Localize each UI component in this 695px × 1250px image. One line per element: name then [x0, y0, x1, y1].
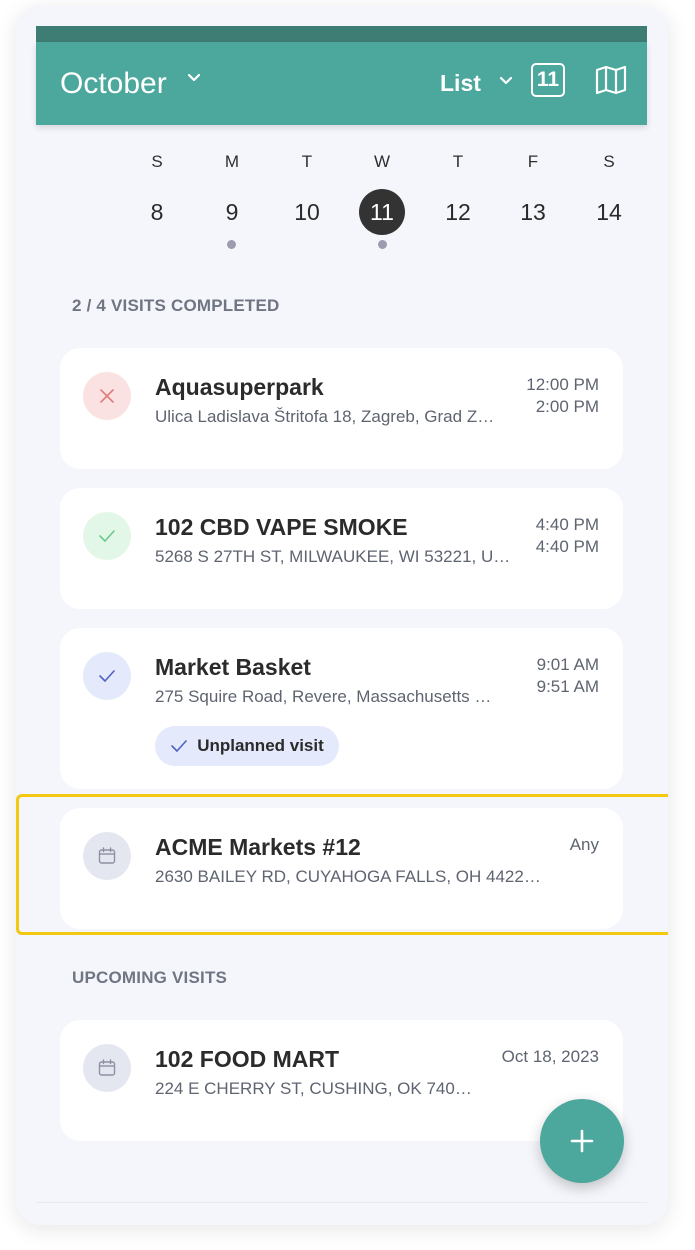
visit-title: Aquasuperpark [155, 374, 324, 400]
unplanned-visit-badge: Unplanned visit [155, 726, 339, 766]
weekday-label: S [151, 152, 163, 171]
calendar-header: October List 11 [36, 42, 647, 125]
map-icon[interactable] [594, 64, 628, 96]
badge-label: Unplanned visit [197, 736, 324, 755]
today-button[interactable]: 11 [531, 63, 565, 97]
status-planned [83, 1044, 131, 1092]
visit-address: 275 Squire Road, Revere, Massachusetts 0… [155, 687, 500, 706]
bottom-divider [36, 1202, 647, 1203]
check-icon [99, 530, 115, 542]
visit-end-time: 2:00 PM [535, 397, 599, 416]
status-unplanned [83, 652, 131, 700]
day-12[interactable]: 12 [435, 189, 481, 235]
day-8[interactable]: 8 [134, 189, 180, 235]
visit-time: 12:00 PM 2:00 PM [526, 374, 599, 418]
visit-start-time: 4:40 PM [535, 515, 599, 534]
visit-title: 102 CBD VAPE SMOKE [155, 514, 408, 540]
app-screen: October List 11 S M T W T F S 8 9 10 11 … [16, 6, 668, 1225]
status-completed [83, 512, 131, 560]
add-visit-button[interactable] [540, 1099, 624, 1183]
upcoming-visit-card[interactable]: 102 FOOD MART 224 E CHERRY ST, CUSHING, … [60, 1020, 623, 1141]
visit-address: 224 E CHERRY ST, CUSHING, OK 74023, USA [155, 1079, 475, 1098]
visit-start-time: 9:01 AM [536, 655, 599, 674]
weekday-label: S [603, 152, 615, 171]
visit-indicator-dot [227, 240, 236, 249]
weekday-label: M [224, 152, 240, 171]
check-icon [171, 740, 188, 752]
visit-time: 4:40 PM 4:40 PM [536, 514, 599, 558]
day-10[interactable]: 10 [284, 189, 330, 235]
visit-card[interactable]: Aquasuperpark Ulica Ladislava Štritofa 1… [60, 348, 623, 469]
visit-card[interactable]: Market Basket 275 Squire Road, Revere, M… [60, 628, 623, 789]
chevron-down-icon[interactable] [498, 75, 514, 87]
day-13[interactable]: 13 [510, 189, 556, 235]
status-strip [36, 26, 647, 42]
day-9[interactable]: 9 [209, 189, 255, 235]
chevron-down-icon[interactable] [186, 72, 202, 84]
view-mode-selector[interactable]: List [440, 68, 481, 98]
weekday-label: T [301, 152, 313, 171]
visit-address: Ulica Ladislava Štritofa 18, Zagreb, Gra… [155, 407, 495, 426]
visit-time: 9:01 AM 9:51 AM [537, 654, 599, 698]
weekday-label: F [527, 152, 539, 171]
day-14[interactable]: 14 [586, 189, 632, 235]
visit-indicator-dot [378, 240, 387, 249]
completed-section-title: 2 / 4 VISITS COMPLETED [72, 296, 280, 315]
visit-date: Oct 18, 2023 [501, 1047, 599, 1066]
weekday-label: T [452, 152, 464, 171]
visit-address: 5268 S 27TH ST, MILWAUKEE, WI 53221, USA [155, 547, 513, 566]
visit-end-time: 9:51 AM [536, 677, 599, 696]
upcoming-section-title: UPCOMING VISITS [72, 968, 228, 987]
close-icon [100, 389, 114, 403]
status-failed [83, 372, 131, 420]
visit-title: 102 FOOD MART [155, 1046, 340, 1072]
check-icon [99, 670, 115, 682]
month-selector[interactable]: October [60, 66, 167, 102]
plus-icon [570, 1129, 594, 1153]
highlight-frame [16, 794, 668, 935]
visit-end-time: 4:40 PM [535, 537, 599, 556]
weekday-label: W [373, 152, 391, 171]
visit-card[interactable]: 102 CBD VAPE SMOKE 5268 S 27TH ST, MILWA… [60, 488, 623, 609]
calendar-icon [98, 1059, 116, 1076]
visit-start-time: 12:00 PM [526, 375, 599, 394]
day-11-selected[interactable]: 11 [359, 189, 405, 235]
visit-title: Market Basket [155, 654, 311, 680]
